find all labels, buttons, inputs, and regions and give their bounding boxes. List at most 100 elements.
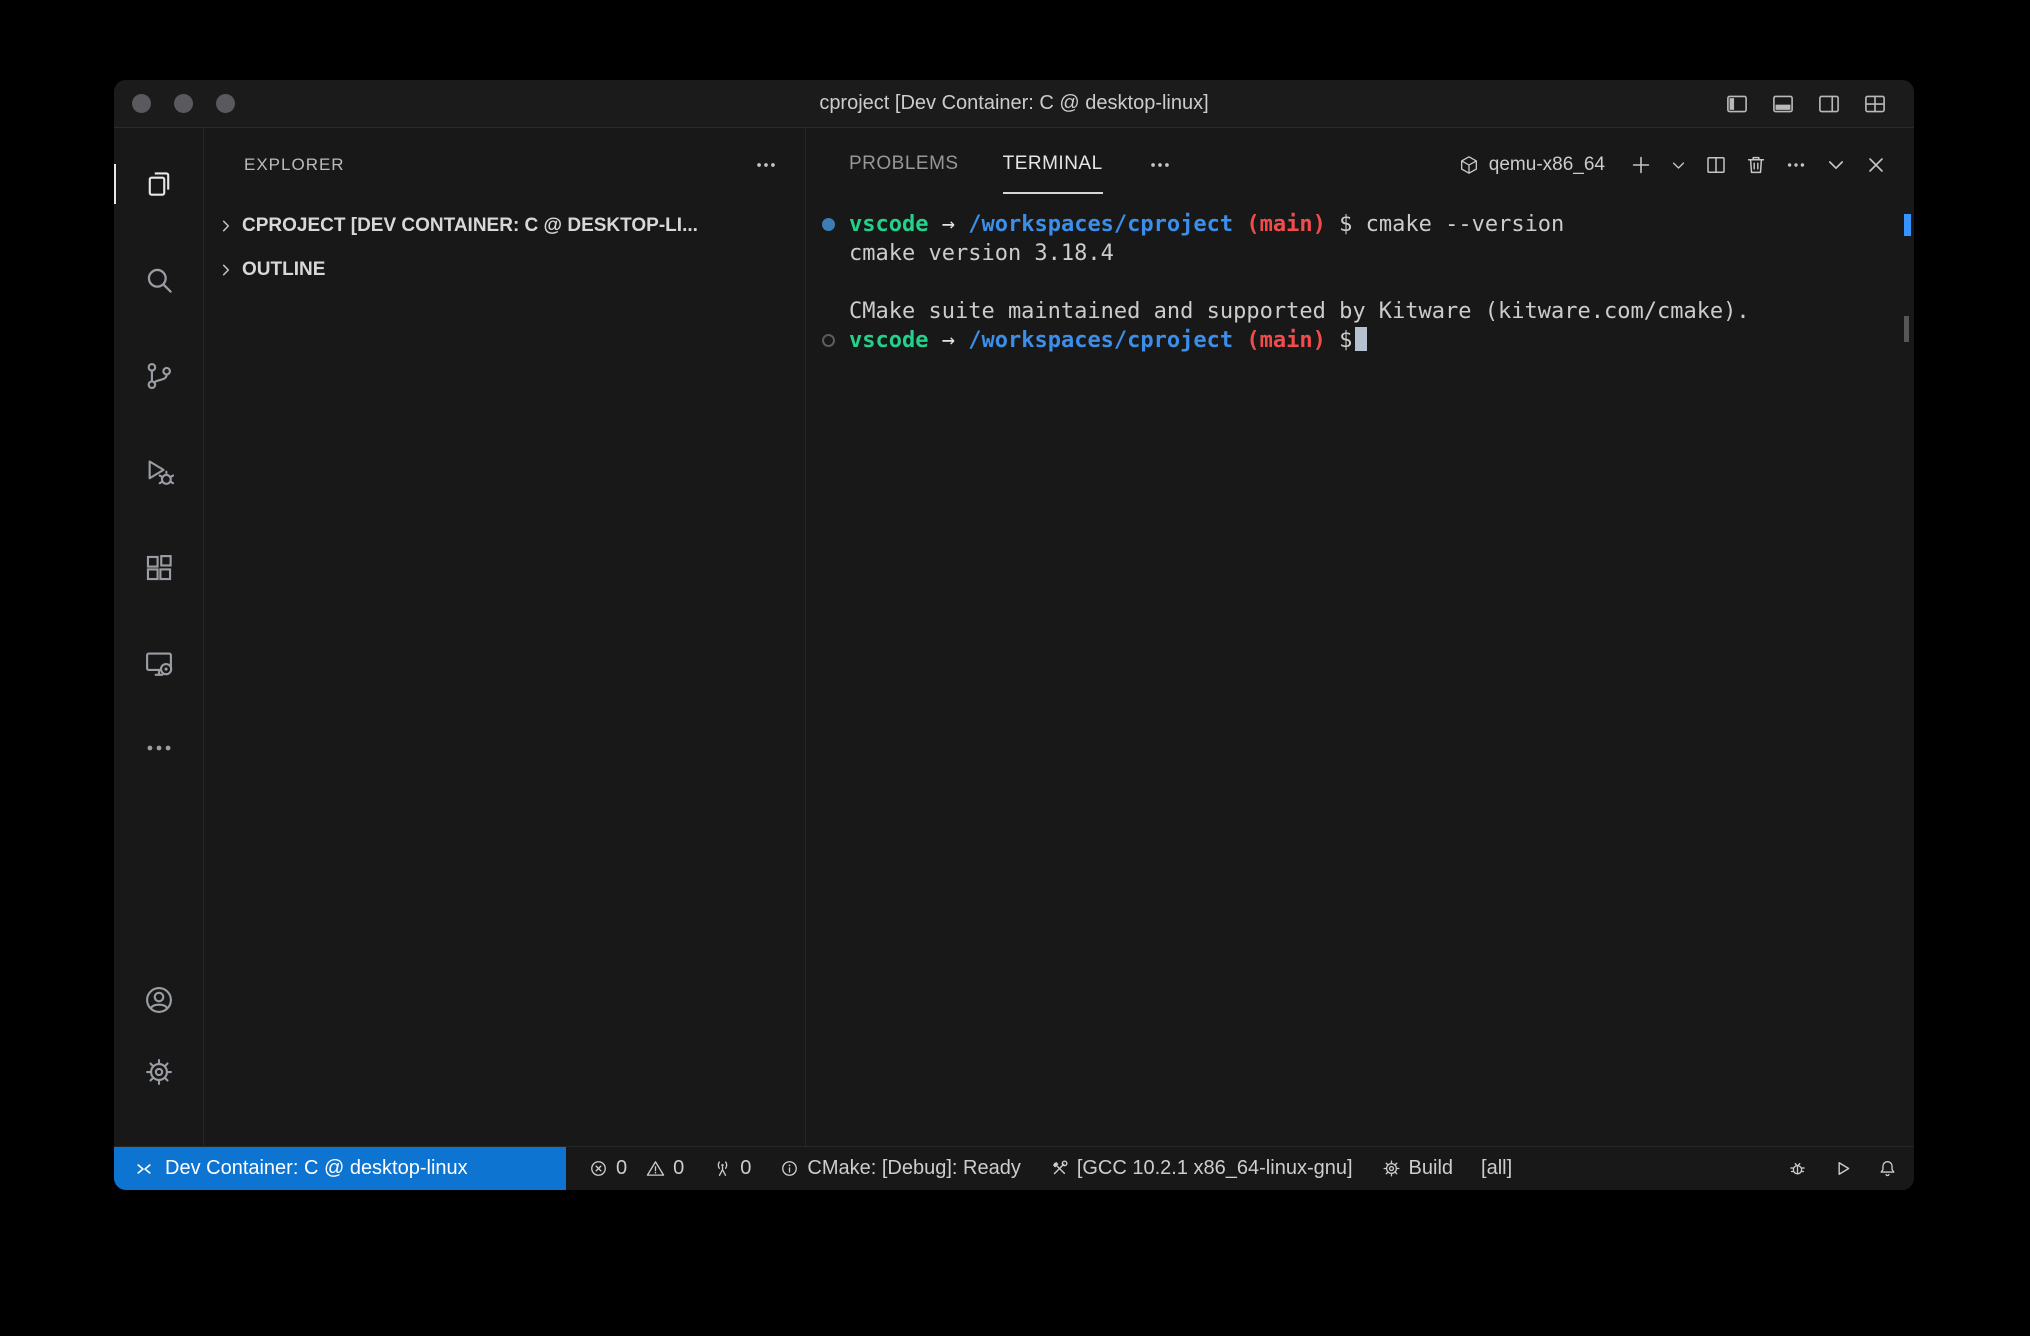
prompt-arrow: → <box>942 328 955 353</box>
panel-header: PROBLEMS TERMINAL qemu-x86_64 <box>806 128 1914 194</box>
kit-label: [GCC 10.2.1 x86_64-linux-gnu] <box>1077 1157 1353 1180</box>
chevron-down-icon <box>1669 156 1688 175</box>
kill-terminal-button[interactable] <box>1744 153 1768 177</box>
error-count: 0 <box>616 1157 627 1180</box>
chevron-right-icon <box>216 260 236 280</box>
ellipsis-icon <box>142 731 176 765</box>
remote-explorer-icon <box>142 647 176 681</box>
explorer-sidebar: EXPLORER CPROJECT [DEV CONTAINER: C @ DE… <box>204 128 806 1146</box>
activity-search[interactable] <box>114 232 203 328</box>
chevron-down-icon <box>1824 153 1848 177</box>
window-title: cproject [Dev Container: C @ desktop-lin… <box>114 92 1914 115</box>
panel: PROBLEMS TERMINAL qemu-x86_64 <box>806 128 1914 1146</box>
toggle-primary-sidebar-button[interactable] <box>1724 91 1750 117</box>
warning-count: 0 <box>673 1157 684 1180</box>
notifications-button[interactable] <box>1877 1158 1898 1179</box>
activity-bar <box>114 128 204 1146</box>
prompt-user: vscode <box>849 212 928 237</box>
tab-problems[interactable]: PROBLEMS <box>849 136 959 194</box>
radio-tower-icon <box>712 1158 733 1179</box>
bell-icon <box>1877 1158 1898 1179</box>
close-panel-button[interactable] <box>1864 153 1888 177</box>
project-section-label: CPROJECT [DEV CONTAINER: C @ DESKTOP-LI.… <box>242 215 698 237</box>
source-control-icon <box>142 359 176 393</box>
activity-extensions[interactable] <box>114 520 203 616</box>
terminal-profile-selector[interactable]: qemu-x86_64 <box>1458 154 1605 176</box>
chevron-right-icon <box>216 216 236 236</box>
terminal-prompt-line: vscode → /workspaces/cproject (main) $ c… <box>849 210 1894 239</box>
toggle-secondary-sidebar-button[interactable] <box>1816 91 1842 117</box>
run-debug-icon <box>142 455 176 489</box>
gear-icon <box>1381 1158 1402 1179</box>
kit-selector[interactable]: [GCC 10.2.1 x86_64-linux-gnu] <box>1049 1147 1353 1190</box>
remote-label: Dev Container: C @ desktop-linux <box>165 1157 468 1180</box>
cube-icon <box>1458 154 1480 176</box>
prompt-branch: (main) <box>1246 328 1325 353</box>
explorer-more-actions-button[interactable] <box>753 152 779 178</box>
build-label: Build <box>1409 1157 1453 1180</box>
remote-indicator[interactable]: Dev Container: C @ desktop-linux <box>114 1147 566 1190</box>
build-target-selector[interactable]: [all] <box>1481 1147 1512 1190</box>
activity-remote-explorer[interactable] <box>114 616 203 712</box>
bug-icon <box>1787 1158 1808 1179</box>
activity-run-debug[interactable] <box>114 424 203 520</box>
warning-icon <box>645 1158 666 1179</box>
error-icon <box>588 1158 609 1179</box>
terminal-prompt-line: vscode → /workspaces/cproject (main) $ <box>849 326 1894 355</box>
titlebar: cproject [Dev Container: C @ desktop-lin… <box>114 80 1914 128</box>
terminal-blank-line <box>849 268 1894 297</box>
files-icon <box>142 167 176 201</box>
tab-terminal[interactable]: TERMINAL <box>1003 136 1103 194</box>
extensions-icon <box>142 551 176 585</box>
prompt-arrow: → <box>942 212 955 237</box>
problems-status[interactable]: 0 0 <box>588 1147 684 1190</box>
prompt-dollar: $ <box>1339 328 1352 353</box>
zoom-window-button[interactable] <box>216 94 235 113</box>
trash-icon <box>1744 153 1768 177</box>
plus-icon <box>1629 153 1653 177</box>
prompt-path: /workspaces/cproject <box>968 212 1233 237</box>
launch-button[interactable] <box>1832 1158 1853 1179</box>
terminal-command-decoration-icon[interactable] <box>822 218 835 231</box>
terminal-scrollbar-thumb[interactable] <box>1904 316 1909 342</box>
toggle-panel-button[interactable] <box>1770 91 1796 117</box>
explorer-title: EXPLORER <box>244 155 345 175</box>
search-icon <box>142 263 176 297</box>
account-icon <box>142 983 176 1017</box>
activity-explorer[interactable] <box>114 136 203 232</box>
info-icon <box>779 1158 800 1179</box>
vscode-window: cproject [Dev Container: C @ desktop-lin… <box>114 80 1914 1190</box>
activity-source-control[interactable] <box>114 328 203 424</box>
overview-ruler-command-mark <box>1904 214 1911 236</box>
panel-more-actions-button[interactable] <box>1784 153 1808 177</box>
terminal-output-line: cmake version 3.18.4 <box>849 239 1894 268</box>
build-target-label: [all] <box>1481 1157 1512 1180</box>
activity-more[interactable] <box>114 712 203 784</box>
sidebar-section-project[interactable]: CPROJECT [DEV CONTAINER: C @ DESKTOP-LI.… <box>204 204 805 248</box>
sidebar-section-outline[interactable]: OUTLINE <box>204 248 805 292</box>
prompt-dollar: $ <box>1339 212 1352 237</box>
terminal-prompt-decoration-icon[interactable] <box>822 334 835 347</box>
hide-panel-button[interactable] <box>1824 153 1848 177</box>
split-terminal-button[interactable] <box>1704 153 1728 177</box>
activity-account[interactable] <box>114 964 203 1036</box>
minimize-window-button[interactable] <box>174 94 193 113</box>
ellipsis-icon <box>1784 153 1808 177</box>
close-window-button[interactable] <box>132 94 151 113</box>
activity-settings[interactable] <box>114 1036 203 1108</box>
build-button[interactable]: Build <box>1381 1147 1453 1190</box>
new-terminal-button[interactable] <box>1629 153 1653 177</box>
prompt-path: /workspaces/cproject <box>968 328 1233 353</box>
customize-layout-button[interactable] <box>1862 91 1888 117</box>
cmake-status[interactable]: CMake: [Debug]: Ready <box>779 1147 1020 1190</box>
debug-button[interactable] <box>1787 1158 1808 1179</box>
terminal-content: vscode → /workspaces/cproject (main) $ c… <box>806 194 1914 355</box>
panel-tabs-more-button[interactable] <box>1147 152 1173 178</box>
terminal-viewport[interactable]: vscode → /workspaces/cproject (main) $ c… <box>806 194 1914 1146</box>
ports-status[interactable]: 0 <box>712 1147 751 1190</box>
ports-count: 0 <box>740 1157 751 1180</box>
tools-icon <box>1049 1158 1070 1179</box>
status-bar: Dev Container: C @ desktop-linux 0 0 0 C… <box>114 1146 1914 1190</box>
terminal-profiles-dropdown-button[interactable] <box>1669 156 1688 175</box>
close-icon <box>1864 153 1888 177</box>
